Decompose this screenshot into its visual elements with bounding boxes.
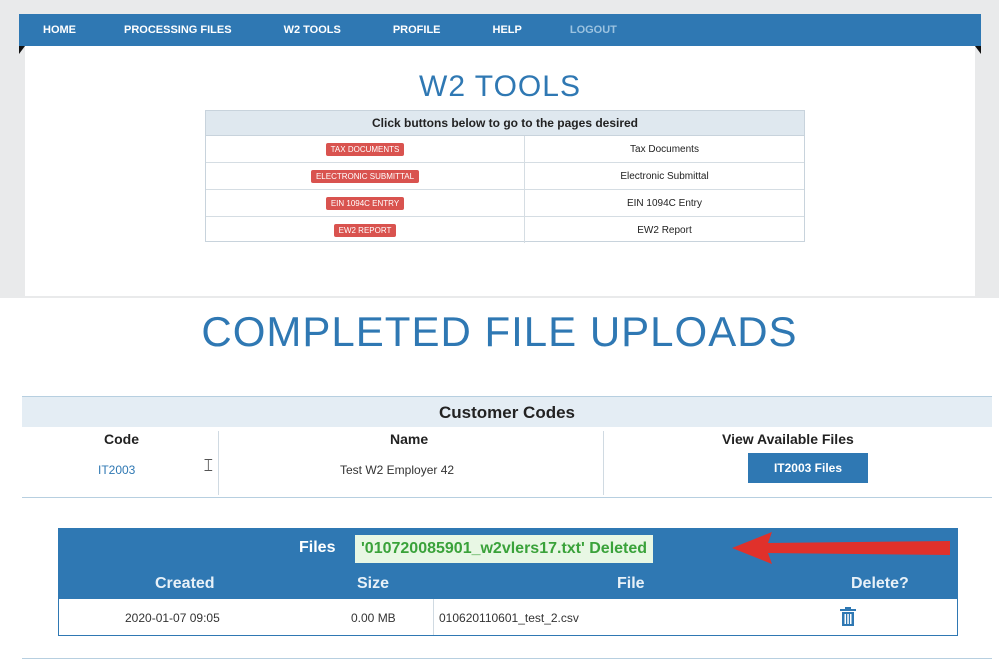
w2-tools-panel: HOME PROCESSING FILES W2 TOOLS PROFILE H…	[0, 0, 999, 298]
customer-name: Test W2 Employer 42	[340, 463, 455, 477]
row-divider	[433, 599, 434, 635]
column-divider	[218, 431, 219, 495]
tax-documents-button[interactable]: TAX DOCUMENTS	[325, 142, 405, 156]
nav-home[interactable]: HOME	[43, 24, 76, 36]
files-label: Files	[299, 539, 336, 556]
file-size: 0.00 MB	[351, 611, 396, 625]
nav-corner-right	[975, 46, 981, 54]
nav-processing-files[interactable]: PROCESSING FILES	[124, 24, 232, 36]
w2-tools-title: W2 TOOLS	[419, 70, 581, 103]
customer-code-row: IT2003 Test W2 Employer 42 IT2003 Files	[22, 449, 992, 495]
customer-codes-panel: Customer Codes Code Name View Available …	[22, 396, 992, 498]
col-size: Size	[357, 575, 390, 592]
col-code: Code	[104, 431, 139, 447]
column-divider	[603, 431, 604, 495]
red-arrow-icon	[732, 532, 950, 564]
file-created: 2020-01-07 09:05	[125, 611, 220, 625]
nav-help[interactable]: HELP	[493, 24, 522, 36]
tools-row-ew2-report: EW2 REPORT EW2 Report	[206, 217, 804, 243]
w2-tools-content: W2 TOOLS Click buttons below to go to th…	[25, 46, 975, 296]
nav-profile[interactable]: PROFILE	[393, 24, 441, 36]
table-row: 2020-01-07 09:05 0.00 MB 010620110601_te…	[59, 599, 957, 635]
customer-codes-header: Customer Codes	[22, 397, 992, 427]
tools-row-tax-documents: TAX DOCUMENTS Tax Documents	[206, 136, 804, 163]
tools-row-electronic-submittal: ELECTRONIC SUBMITTAL Electronic Submitta…	[206, 163, 804, 190]
ew2-report-button[interactable]: EW2 REPORT	[333, 223, 397, 237]
customer-code-link[interactable]: IT2003	[98, 463, 135, 477]
col-name: Name	[390, 431, 429, 447]
electronic-submittal-button[interactable]: ELECTRONIC SUBMITTAL	[310, 169, 420, 183]
top-nav-bar: HOME PROCESSING FILES W2 TOOLS PROFILE H…	[19, 14, 981, 46]
ein-1094c-entry-button[interactable]: EIN 1094C ENTRY	[325, 196, 405, 210]
nav-w2-tools[interactable]: W2 TOOLS	[284, 24, 341, 36]
col-file: File	[617, 575, 645, 592]
text-cursor-icon: 𝙸	[202, 455, 215, 475]
tools-table: Click buttons below to go to the pages d…	[205, 110, 805, 243]
tax-documents-label: Tax Documents	[630, 143, 699, 155]
ew2-report-label: EW2 Report	[637, 224, 692, 236]
bottom-divider	[22, 658, 992, 659]
col-view-files: View Available Files	[722, 431, 854, 447]
ein-1094c-entry-label: EIN 1094C Entry	[626, 197, 703, 209]
electronic-submittal-label: Electronic Submittal	[620, 170, 709, 182]
completed-uploads-title: COMPLETED FILE UPLOADS	[201, 308, 798, 355]
file-name: 010620110601_test_2.csv	[439, 611, 579, 625]
trash-icon[interactable]	[839, 607, 857, 627]
tools-row-ein-1094c: EIN 1094C ENTRY EIN 1094C Entry	[206, 190, 804, 217]
files-columns: Created Size File Delete?	[59, 569, 957, 599]
tools-table-header: Click buttons below to go to the pages d…	[206, 111, 804, 136]
col-delete: Delete?	[851, 575, 909, 592]
nav-logout[interactable]: LOGOUT	[570, 24, 617, 36]
customer-codes-columns: Code Name View Available Files	[22, 427, 992, 449]
view-files-button[interactable]: IT2003 Files	[748, 453, 868, 483]
deleted-status-message: '010720085901_w2vlers17.txt' Deleted	[355, 535, 654, 563]
col-created: Created	[155, 575, 215, 592]
